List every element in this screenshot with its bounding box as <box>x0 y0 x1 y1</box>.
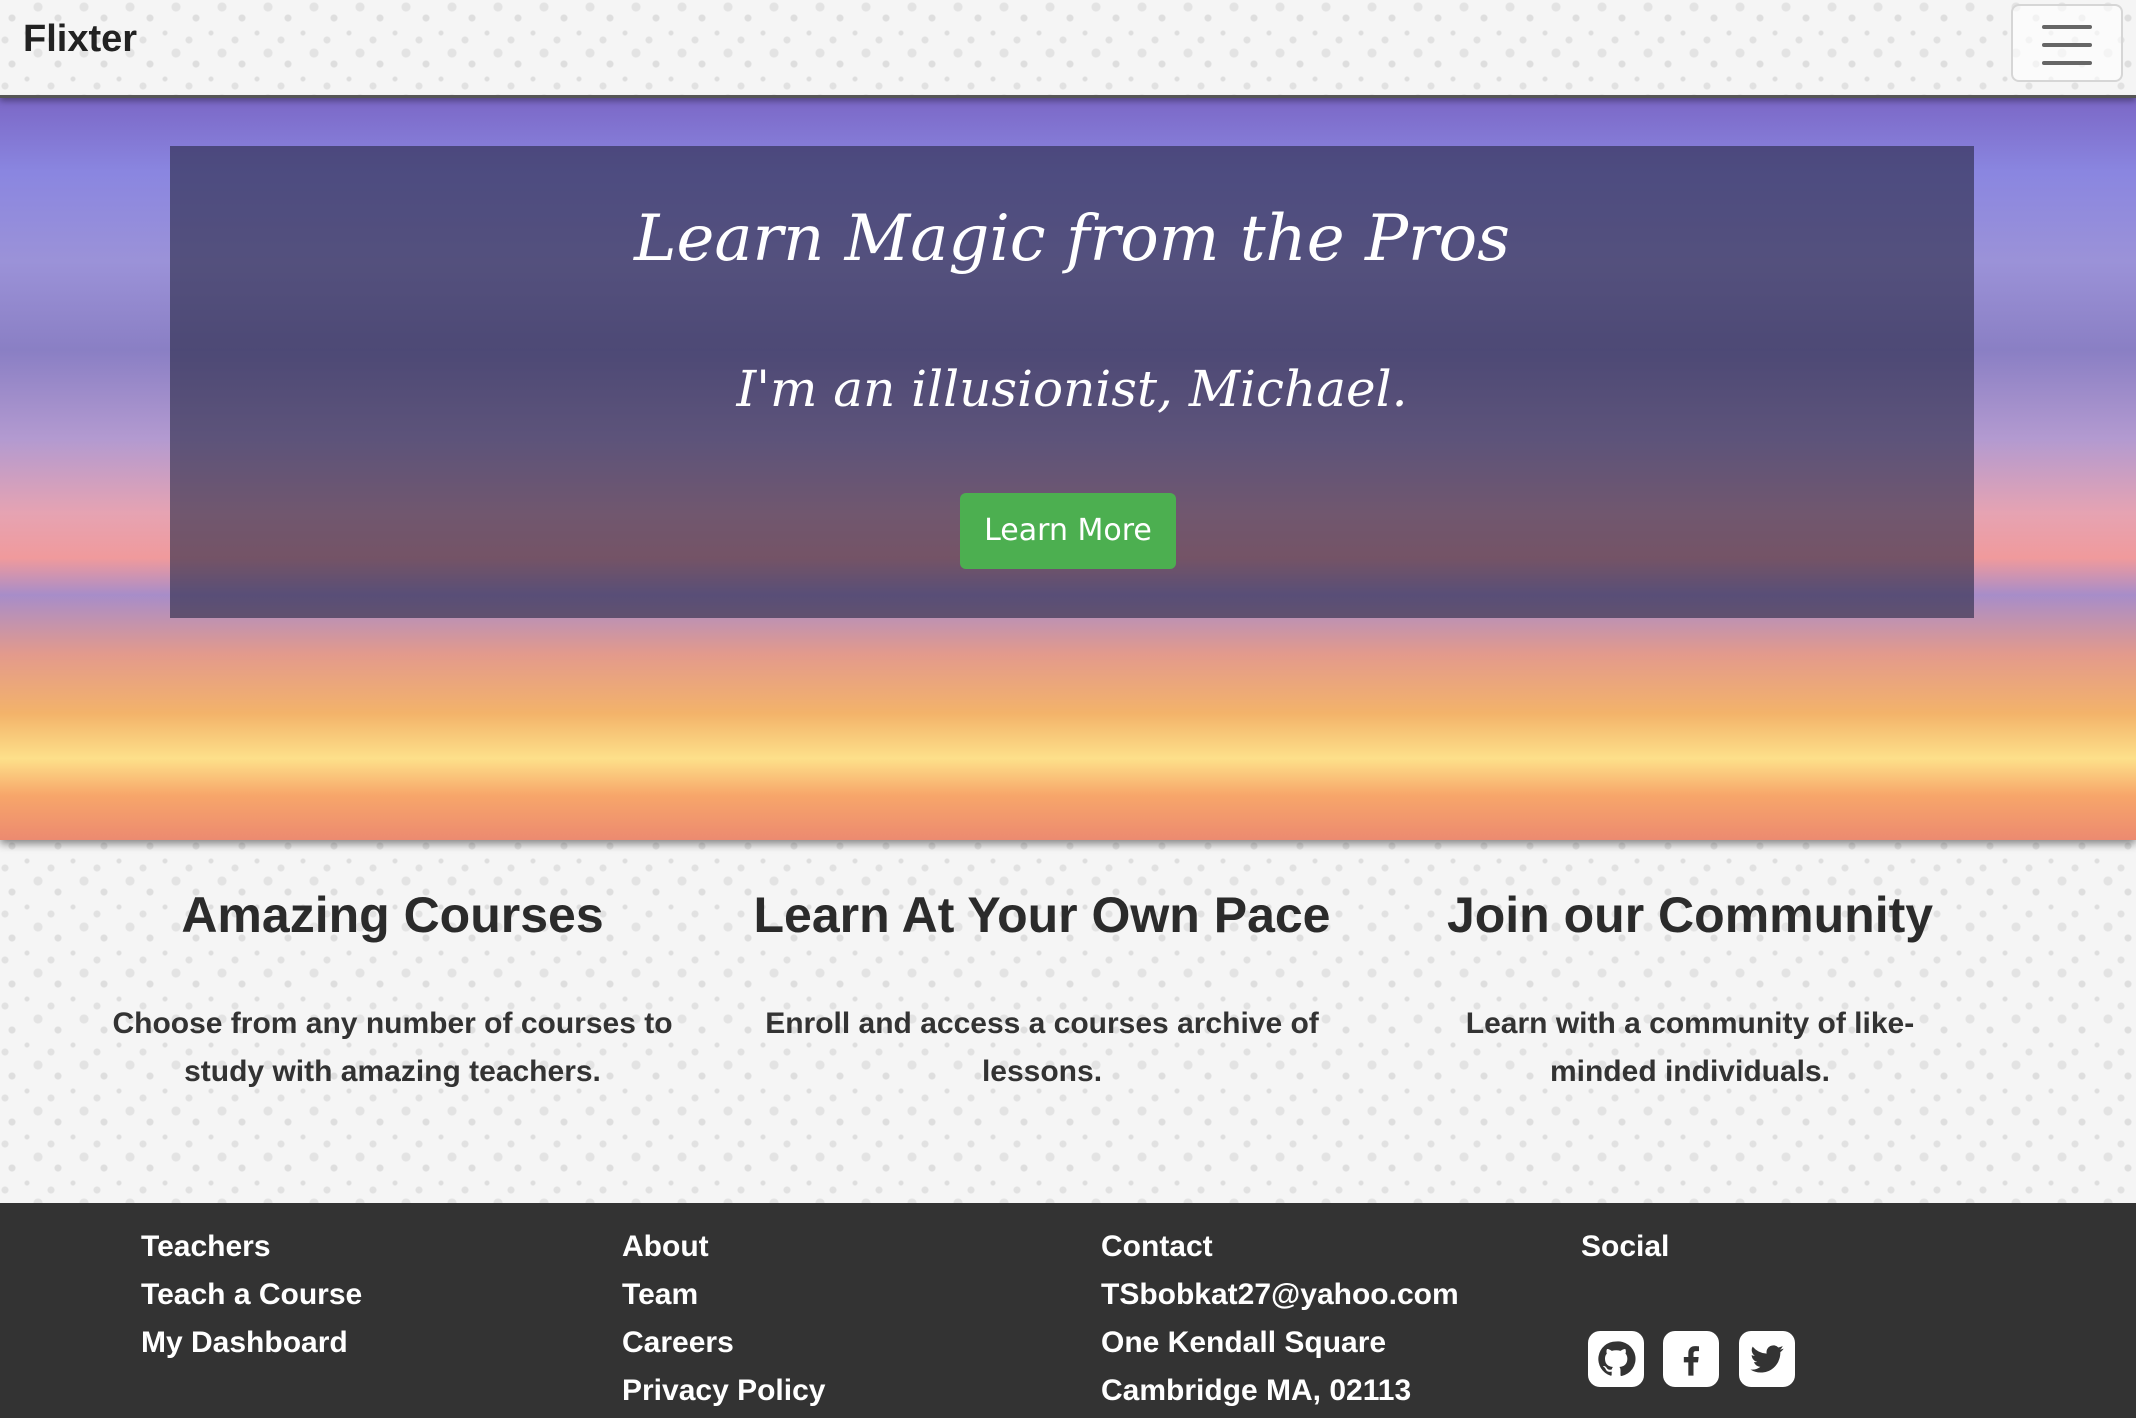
feature-title: Learn At Your Own Pace <box>753 887 1331 943</box>
footer-contact-address-line2: Cambridge MA, 02113 <box>1101 1374 1412 1407</box>
hero-card: Learn Magic from the Pros I'm an illusio… <box>170 146 1974 618</box>
feature-community: Join our Community Learn with a communit… <box>1420 880 1960 1096</box>
footer-link-careers[interactable]: Careers <box>622 1319 825 1367</box>
feature-text: Choose from any number of courses to stu… <box>112 1007 673 1088</box>
navbar: Flixter <box>0 0 2136 98</box>
hero-subtitle: I'm an illusionist, Michael. <box>736 360 1408 418</box>
footer-column-social: Social <box>1581 1223 1669 1271</box>
feature-text: Learn with a community of like-minded in… <box>1465 1007 1915 1088</box>
footer-contact-address-line1: One Kendall Square <box>1101 1326 1387 1359</box>
facebook-icon[interactable] <box>1663 1331 1719 1387</box>
footer-column-teachers: Teachers Teach a Course My Dashboard <box>141 1223 362 1367</box>
footer-column-about: About Team Careers Privacy Policy <box>622 1223 825 1415</box>
hamburger-menu-button[interactable] <box>2011 4 2123 82</box>
footer-link-my-dashboard[interactable]: My Dashboard <box>141 1319 362 1367</box>
footer-link-team[interactable]: Team <box>622 1271 825 1319</box>
github-icon[interactable] <box>1588 1331 1644 1387</box>
footer-heading-about[interactable]: About <box>622 1223 825 1271</box>
hamburger-menu-icon <box>2042 25 2092 29</box>
feature-title: Join our Community <box>1446 887 1934 943</box>
hero-title: Learn Magic from the Pros <box>633 202 1511 276</box>
footer-heading-teachers[interactable]: Teachers <box>141 1223 362 1271</box>
hero-banner: Learn Magic from the Pros I'm an illusio… <box>0 98 2136 840</box>
footer-heading-contact: Contact <box>1101 1230 1213 1263</box>
brand-logo[interactable]: Flixter <box>23 18 137 61</box>
feature-text: Enroll and access a courses archive of l… <box>765 1007 1319 1088</box>
twitter-icon[interactable] <box>1739 1331 1795 1387</box>
feature-own-pace: Learn At Your Own Pace Enroll and access… <box>742 880 1342 1096</box>
feature-amazing-courses: Amazing Courses Choose from any number o… <box>100 880 685 1096</box>
feature-title: Amazing Courses <box>181 887 604 943</box>
footer-column-contact: Contact TSbobkat27@yahoo.com One Kendall… <box>1101 1223 1459 1415</box>
footer-contact-email[interactable]: TSbobkat27@yahoo.com <box>1101 1271 1459 1319</box>
footer-link-privacy-policy[interactable]: Privacy Policy <box>622 1367 825 1415</box>
learn-more-button[interactable]: Learn More <box>960 493 1176 569</box>
footer-link-teach-a-course[interactable]: Teach a Course <box>141 1271 362 1319</box>
footer: Teachers Teach a Course My Dashboard Abo… <box>0 1203 2136 1418</box>
footer-heading-social: Social <box>1581 1230 1670 1263</box>
